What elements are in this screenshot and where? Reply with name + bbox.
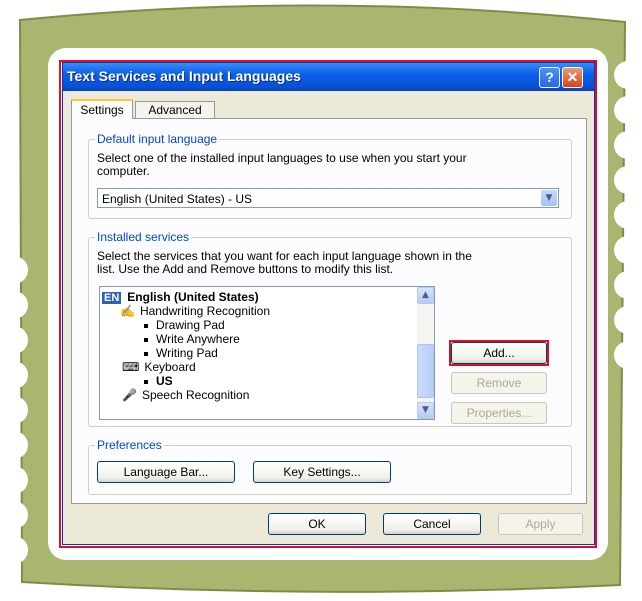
service-label: US (156, 374, 173, 388)
list-item[interactable]: Writing Pad (144, 346, 218, 360)
services-tree[interactable]: EN English (United States) ✍ Handwriting R… (99, 286, 435, 420)
language-badge: EN (102, 292, 122, 304)
cancel-button[interactable]: Cancel (383, 513, 481, 535)
help-button[interactable]: ? (539, 67, 560, 88)
chevron-down-icon[interactable]: ▼ (541, 190, 557, 206)
preferences-group: Preferences Language Bar... Key Settings… (88, 438, 572, 495)
default-language-select[interactable]: English (United States) - US ▼ (97, 188, 559, 208)
service-label: Writing Pad (156, 346, 218, 360)
list-item[interactable]: US (144, 374, 173, 388)
tab-advanced[interactable]: Advanced (135, 101, 215, 119)
highlight-box (449, 340, 549, 366)
list-item[interactable]: ✍ Handwriting Recognition (120, 304, 270, 318)
list-item[interactable]: EN English (United States) (102, 290, 259, 304)
default-language-value: English (United States) - US (102, 192, 253, 206)
keyboard-icon: ⌨ (122, 360, 140, 374)
default-input-legend: Default input language (95, 132, 220, 146)
language-bar-button[interactable]: Language Bar... (97, 461, 235, 483)
preferences-legend: Preferences (95, 438, 164, 452)
settings-panel: Default input language Select one of the… (71, 118, 587, 504)
ok-button[interactable]: OK (268, 513, 366, 535)
vertical-scrollbar[interactable]: ▲ ▼ (417, 287, 434, 419)
list-item[interactable]: Write Anywhere (144, 332, 240, 346)
bullet-icon (144, 379, 148, 384)
list-item[interactable]: ⌨ Keyboard (122, 360, 196, 374)
bullet-icon (144, 337, 148, 342)
apply-button[interactable]: Apply (498, 513, 583, 535)
tab-settings[interactable]: Settings (71, 99, 133, 119)
microphone-icon: 🎤 (122, 388, 137, 402)
language-label: English (United States) (127, 290, 259, 304)
installed-services-legend: Installed services (95, 230, 192, 244)
service-label: Write Anywhere (156, 332, 240, 346)
properties-button[interactable]: Properties... (451, 402, 547, 424)
service-label: Drawing Pad (156, 318, 225, 332)
key-settings-button[interactable]: Key Settings... (253, 461, 391, 483)
scroll-up-icon[interactable]: ▲ (417, 287, 434, 304)
remove-button[interactable]: Remove (451, 372, 547, 394)
default-input-group: Default input language Select one of the… (88, 132, 572, 219)
default-input-description: Select one of the installed input langua… (97, 151, 467, 165)
installed-services-group: Installed services Select the services t… (88, 230, 572, 427)
scroll-down-icon[interactable]: ▼ (417, 402, 434, 419)
default-input-description-2: computer. (97, 164, 150, 178)
title-bar[interactable]: Text Services and Input Languages ? ✕ (63, 63, 594, 91)
text-services-dialog: Text Services and Input Languages ? ✕ Se… (62, 62, 595, 545)
close-button[interactable]: ✕ (562, 67, 583, 88)
scroll-thumb[interactable] (417, 344, 434, 398)
service-label: Handwriting Recognition (139, 304, 271, 318)
service-label: Keyboard (144, 360, 196, 374)
dialog-title: Text Services and Input Languages (67, 68, 301, 84)
list-item[interactable]: Drawing Pad (144, 318, 225, 332)
installed-services-description-2: list. Use the Add and Remove buttons to … (97, 262, 394, 276)
bullet-icon (144, 351, 148, 356)
service-label: Speech Recognition (141, 388, 250, 402)
pen-icon: ✍ (120, 304, 135, 318)
list-item[interactable]: 🎤 Speech Recognition (122, 388, 249, 402)
bullet-icon (144, 323, 148, 328)
